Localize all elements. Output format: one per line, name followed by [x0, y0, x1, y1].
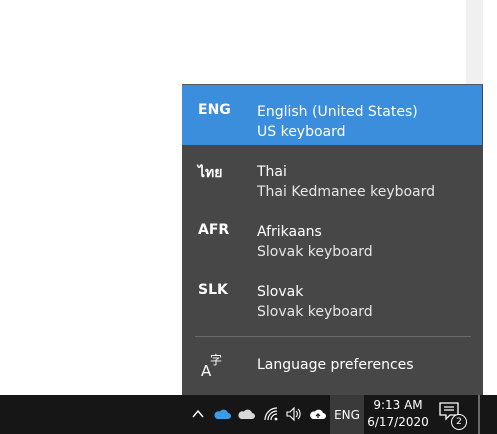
- onedrive-white-icon[interactable]: [236, 403, 256, 425]
- language-item-thai[interactable]: ไทย Thai Thai Kedmanee keyboard: [182, 145, 482, 205]
- keyboard-layout: Slovak keyboard: [257, 304, 373, 320]
- desktop-right-margin: [483, 0, 497, 395]
- language-abbr: SLK: [198, 282, 228, 298]
- show-desktop-button[interactable]: [478, 395, 480, 434]
- clock[interactable]: 9:13 AM 6/17/2020: [366, 395, 430, 434]
- onedrive-blue-icon[interactable]: [212, 403, 232, 425]
- keyboard-layout: US keyboard: [257, 124, 346, 140]
- language-abbr: ไทย: [198, 165, 223, 181]
- notification-count-badge: 2: [451, 414, 467, 430]
- language-preferences-link[interactable]: A 字 Language preferences: [182, 337, 482, 395]
- language-abbr: AFR: [198, 222, 230, 238]
- taskbar: ENG 9:13 AM 6/17/2020 2: [0, 395, 497, 434]
- input-indicator[interactable]: ENG: [330, 395, 364, 434]
- wifi-icon[interactable]: [261, 403, 281, 425]
- keyboard-layout: Thai Kedmanee keyboard: [257, 184, 436, 200]
- keyboard-layout: Slovak keyboard: [257, 244, 373, 260]
- volume-icon[interactable]: [284, 403, 304, 425]
- language-abbr: ENG: [198, 102, 231, 118]
- language-name: Thai: [257, 164, 287, 180]
- clock-date: 6/17/2020: [367, 415, 429, 429]
- cloud-upload-icon[interactable]: [308, 403, 328, 425]
- action-center-button[interactable]: 2: [438, 401, 467, 430]
- language-item-slovak[interactable]: SLK Slovak Slovak keyboard: [182, 265, 482, 325]
- language-name: English (United States): [257, 104, 418, 120]
- language-preferences-icon: A 字: [200, 352, 226, 380]
- language-preferences-label: Language preferences: [257, 357, 414, 373]
- chevron-up-icon[interactable]: [188, 403, 208, 425]
- clock-time: 9:13 AM: [373, 398, 423, 412]
- language-flyout: ENG English (United States) US keyboard …: [182, 84, 483, 395]
- svg-text:字: 字: [210, 352, 222, 367]
- language-item-afrikaans[interactable]: AFR Afrikaans Slovak keyboard: [182, 205, 482, 265]
- language-name: Afrikaans: [257, 224, 322, 240]
- language-name: Slovak: [257, 284, 304, 300]
- language-item-english[interactable]: ENG English (United States) US keyboard: [182, 85, 482, 145]
